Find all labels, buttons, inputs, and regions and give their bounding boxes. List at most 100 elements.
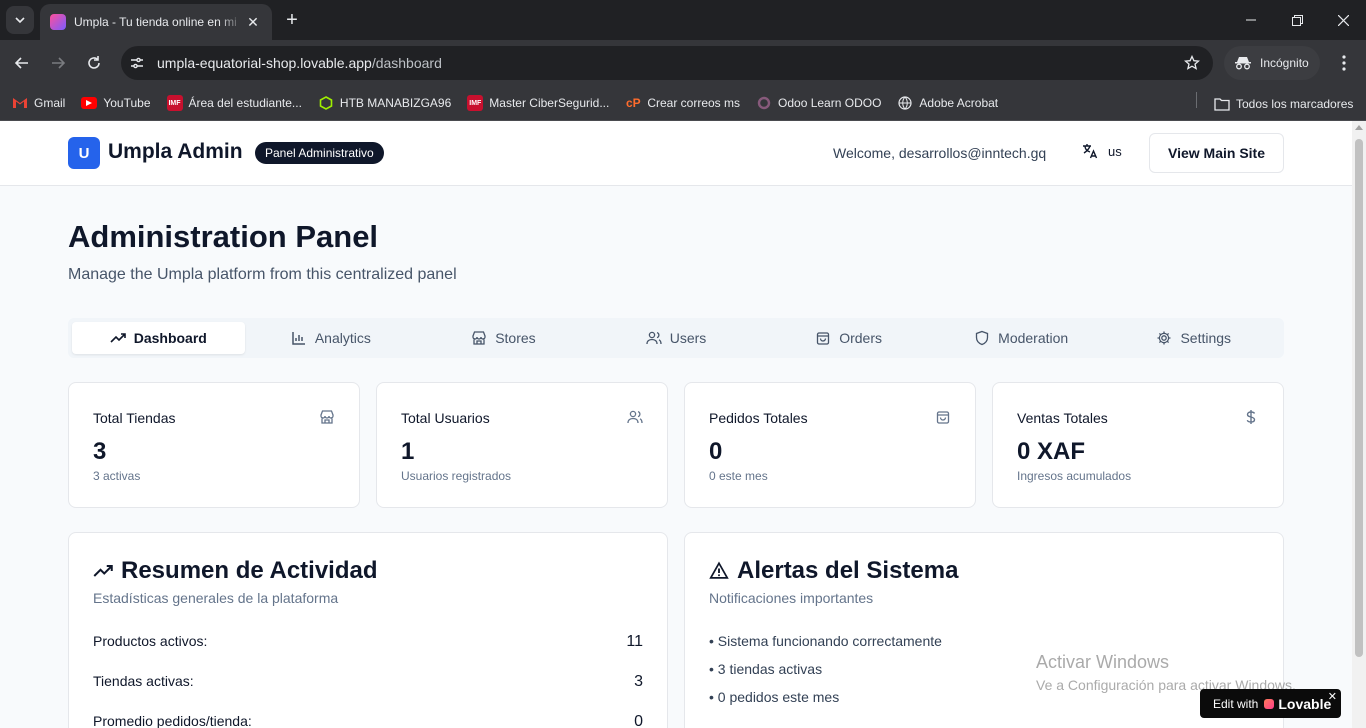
stat-value: 1 [401, 438, 415, 465]
restore-button[interactable] [1274, 0, 1320, 40]
url-text: umpla-equatorial-shop.lovable.app/dashbo… [157, 55, 1177, 71]
url-host: umpla-equatorial-shop.lovable.app [157, 55, 372, 71]
tab-close-icon[interactable]: ✕ [244, 14, 262, 31]
admin-header: U Umpla Admin Panel Administrativo Welco… [0, 121, 1352, 186]
scrollbar-thumb[interactable] [1355, 139, 1363, 657]
shopping-bag-icon [935, 409, 951, 430]
stat-note: 3 activas [93, 469, 141, 483]
cpanel-icon: cP [625, 96, 641, 110]
incognito-indicator[interactable]: Incógnito [1224, 46, 1320, 80]
tab-moderation[interactable]: Moderation [935, 322, 1108, 354]
users-icon [646, 331, 662, 345]
close-window-button[interactable] [1320, 0, 1366, 40]
page-scrollbar[interactable] [1352, 121, 1366, 728]
language-selector[interactable]: us [1082, 143, 1122, 159]
activity-row: Tiendas activas: 3 [93, 673, 643, 691]
forward-button[interactable] [44, 49, 72, 77]
shopping-bag-icon [817, 332, 830, 345]
stat-label: Total Usuarios [401, 410, 490, 426]
stat-card-total-tiendas: Total Tiendas 3 3 activas [68, 382, 360, 508]
bar-chart-icon [292, 332, 305, 345]
lovable-favicon-icon [50, 14, 66, 30]
all-bookmarks-button[interactable]: Todos los marcadores [1214, 86, 1353, 121]
incognito-label: Incógnito [1260, 56, 1309, 70]
bookmark-youtube[interactable]: YouTube [81, 96, 151, 110]
bookmark-label: HTB MANABIZGA96 [339, 96, 452, 110]
close-icon[interactable]: ✕ [1328, 690, 1337, 703]
bookmark-master-ciberseguridad[interactable]: IMF Master CiberSegurid... [467, 95, 609, 111]
bookmark-area-estudiante[interactable]: IMF Área del estudiante... [166, 95, 302, 111]
welcome-text: Welcome, desarrollos@inntech.gq [833, 145, 1047, 161]
card-title-text: Alertas del Sistema [737, 557, 959, 584]
bookmark-odoo[interactable]: Odoo Learn ODOO [756, 95, 881, 111]
stat-label: Pedidos Totales [709, 410, 808, 426]
view-main-site-button[interactable]: View Main Site [1149, 133, 1284, 173]
tab-label: Dashboard [133, 330, 207, 346]
browser-toolbar: umpla-equatorial-shop.lovable.app/dashbo… [0, 40, 1366, 86]
imf-icon: IMF [166, 95, 183, 111]
youtube-icon [81, 97, 98, 109]
tab-label: Moderation [998, 330, 1069, 346]
bookmarks-bar: Gmail YouTube IMF Área del estudiante...… [0, 86, 1366, 121]
activity-summary-card: Resumen de Actividad Estadísticas genera… [68, 532, 668, 728]
bookmark-label: Crear correos ms [647, 96, 741, 110]
language-label: us [1108, 143, 1122, 159]
stat-card-ventas-totales: Ventas Totales 0 XAF Ingresos acumulados [992, 382, 1284, 508]
imf-icon: IMF [467, 95, 484, 111]
tab-search-button[interactable] [6, 6, 34, 34]
scroll-up-arrow-icon[interactable] [1355, 125, 1363, 130]
minimize-icon [1246, 19, 1256, 21]
bookmark-htb[interactable]: HTB MANABIZGA96 [318, 95, 451, 111]
alert-triangle-icon [709, 561, 729, 579]
tab-label: Users [669, 330, 707, 346]
edit-with-lovable-badge[interactable]: Edit with Lovable ✕ [1200, 689, 1341, 718]
trending-up-icon [110, 333, 126, 343]
window-controls [1228, 0, 1366, 40]
bookmark-label: YouTube [103, 96, 151, 110]
reload-button[interactable] [80, 49, 108, 77]
row-label: Tiendas activas: [93, 673, 194, 689]
alert-item: • Sistema funcionando correctamente [709, 633, 942, 649]
activity-row: Promedio pedidos/tienda: 0 [93, 713, 643, 728]
tab-dashboard[interactable]: Dashboard [72, 322, 245, 354]
browser-menu-button[interactable] [1330, 49, 1358, 77]
tab-settings[interactable]: Settings [1107, 322, 1280, 354]
bookmark-crear-correos[interactable]: cP Crear correos ms [625, 95, 740, 111]
browser-tab-active[interactable]: Umpla - Tu tienda online en mi ✕ [40, 4, 272, 40]
new-tab-button[interactable]: + [280, 8, 304, 32]
page-viewport: U Umpla Admin Panel Administrativo Welco… [0, 121, 1366, 728]
admin-badge: Panel Administrativo [255, 142, 384, 164]
users-icon [627, 409, 643, 430]
star-icon [1184, 55, 1200, 70]
more-vertical-icon [1342, 55, 1346, 71]
page-title: Administration Panel [68, 219, 379, 254]
bookmark-adobe-acrobat[interactable]: Adobe Acrobat [897, 95, 998, 111]
alert-item: • 0 pedidos este mes [709, 689, 840, 705]
restore-icon [1291, 14, 1303, 26]
chevron-down-icon [15, 17, 25, 24]
store-icon [319, 409, 335, 430]
back-button[interactable] [8, 49, 36, 77]
tab-stores[interactable]: Stores [417, 322, 590, 354]
stat-card-total-usuarios: Total Usuarios 1 Usuarios registrados [376, 382, 668, 508]
trending-up-icon [93, 565, 113, 577]
row-label: Promedio pedidos/tienda: [93, 713, 252, 728]
tab-label: Settings [1180, 330, 1232, 346]
logo[interactable]: U [68, 137, 100, 169]
stat-note: 0 este mes [709, 469, 768, 483]
tab-orders[interactable]: Orders [762, 322, 935, 354]
gear-icon [1157, 331, 1171, 345]
tab-users[interactable]: Users [590, 322, 763, 354]
gmail-icon [12, 95, 28, 111]
translate-icon [1083, 144, 1098, 159]
minimize-button[interactable] [1228, 0, 1274, 40]
site-info-button[interactable] [125, 51, 149, 75]
bookmark-label: Gmail [34, 96, 66, 110]
bookmark-star-button[interactable] [1177, 55, 1207, 71]
bookmark-gmail[interactable]: Gmail [12, 95, 65, 111]
card-title-text: Resumen de Actividad [121, 557, 378, 584]
tab-analytics[interactable]: Analytics [245, 322, 418, 354]
stat-label: Total Tiendas [93, 410, 176, 426]
address-bar[interactable]: umpla-equatorial-shop.lovable.app/dashbo… [121, 46, 1213, 80]
tab-label: Stores [495, 330, 536, 346]
